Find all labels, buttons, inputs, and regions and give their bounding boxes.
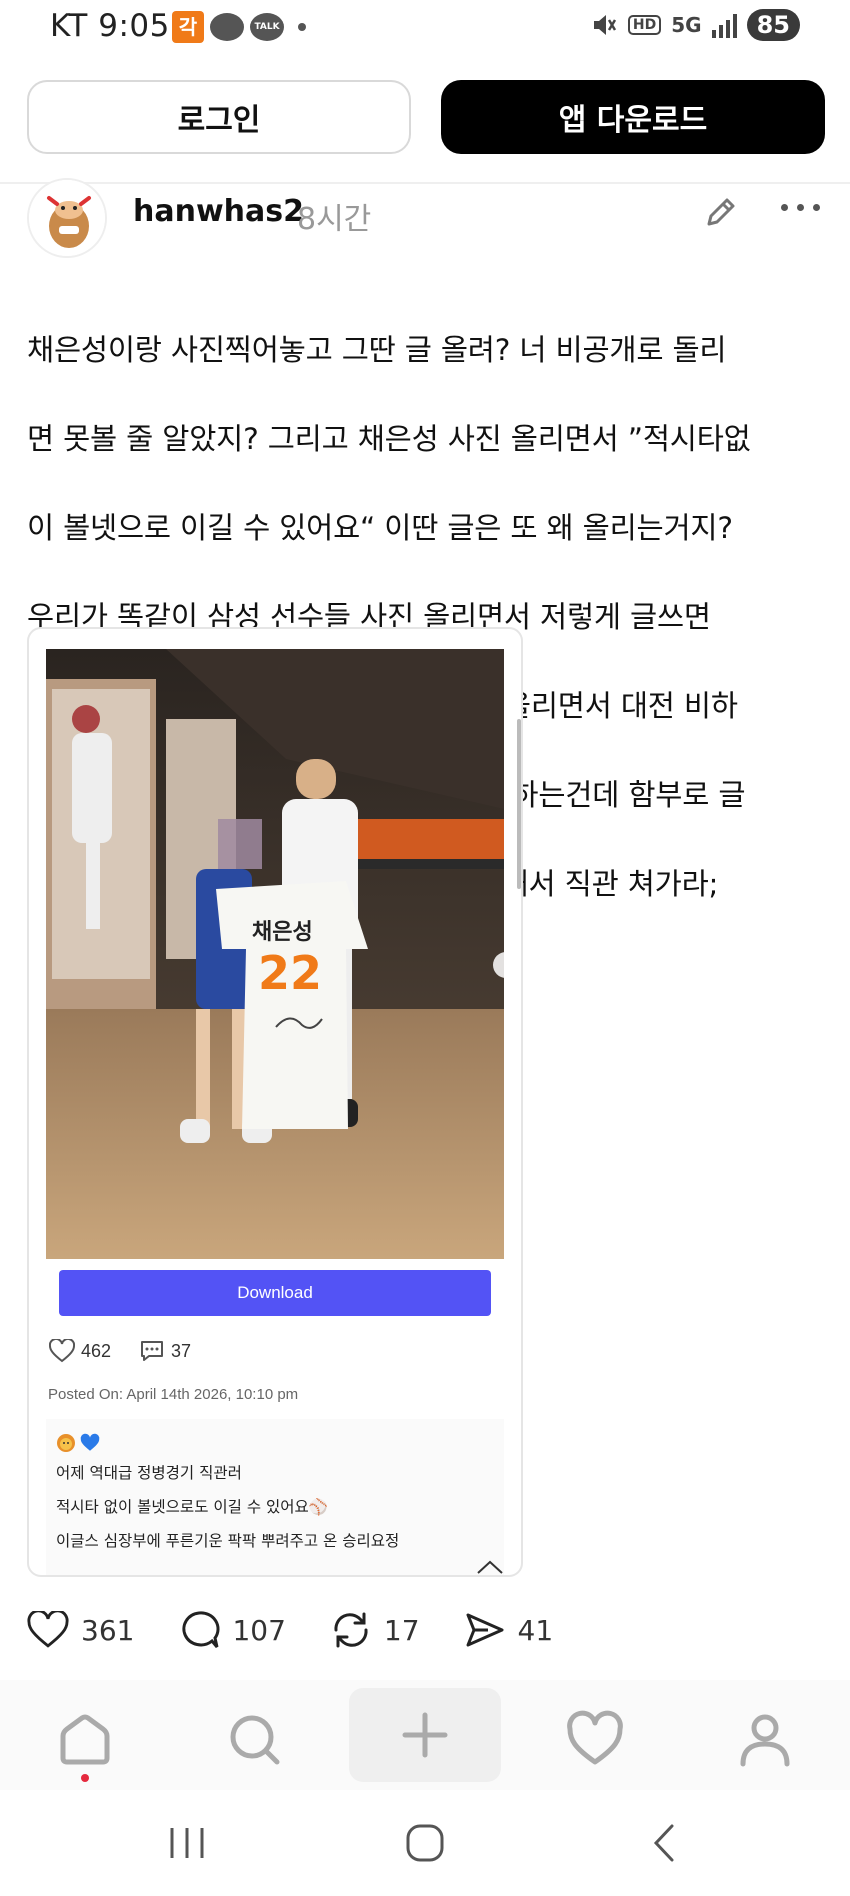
home-button-icon[interactable] xyxy=(400,1820,450,1866)
more-options-icon[interactable] xyxy=(781,204,820,211)
comment-action[interactable]: 107 xyxy=(178,1610,286,1650)
post-actions: 361 107 17 41 xyxy=(27,1610,597,1650)
recent-apps-icon[interactable] xyxy=(162,1820,212,1866)
bottom-navigation xyxy=(0,1680,850,1790)
caption-emoji xyxy=(56,1433,494,1453)
heart-icon xyxy=(27,1611,69,1648)
like-action[interactable]: 361 xyxy=(27,1611,134,1649)
mascot-avatar-icon xyxy=(29,180,105,256)
scrollbar[interactable] xyxy=(517,719,521,889)
repost-action[interactable]: 17 xyxy=(330,1610,420,1650)
login-button[interactable]: 로그인 xyxy=(27,80,411,154)
heart-icon xyxy=(49,1339,75,1363)
top-actions: 로그인 앱 다운로드 xyxy=(27,80,825,154)
embedded-post-card[interactable]: 채은성 22 › Download 462 37 Posted On: Apri… xyxy=(27,627,523,1577)
embedded-comments[interactable]: 37 xyxy=(139,1339,191,1363)
embedded-photo[interactable]: 채은성 22 › xyxy=(46,649,504,1259)
caption-line: 적시타 없이 볼넷으로도 이길 수 있어요⚾ xyxy=(56,1498,329,1516)
share-count: 41 xyxy=(517,1613,554,1647)
edit-icon[interactable] xyxy=(701,192,741,232)
send-icon xyxy=(466,1613,504,1647)
hd-voice-icon: HD xyxy=(627,15,662,35)
app-download-button[interactable]: 앱 다운로드 xyxy=(441,80,825,154)
jersey-number-label: 22 xyxy=(258,946,322,1000)
caption-line: 어제 역대급 정병경기 직관러 xyxy=(56,1464,242,1482)
notification-icons: 각 TALK xyxy=(172,11,306,43)
back-icon[interactable] xyxy=(640,1820,690,1866)
caption-line: 이글스 심장부에 푸른기운 팍팍 뿌려주고 온 승리요정 xyxy=(56,1532,400,1550)
post-header: hanwhas2 8시간 xyxy=(27,178,825,258)
player-photo-image: 채은성 22 xyxy=(46,649,504,1259)
blue-heart-icon xyxy=(80,1433,100,1451)
status-bar: KT 9:05 각 TALK HD 5G 85 xyxy=(0,0,850,58)
chat-notification-icon xyxy=(210,13,244,41)
post-username[interactable]: hanwhas2 xyxy=(133,194,304,229)
repost-count: 17 xyxy=(383,1613,420,1647)
kakaotalk-notification-icon: TALK xyxy=(250,13,284,41)
like-count: 361 xyxy=(81,1613,135,1647)
signal-icon xyxy=(711,12,737,38)
posted-on-date: Posted On: April 14th 2026, 10:10 pm xyxy=(48,1386,299,1403)
status-right: HD 5G 85 xyxy=(590,9,800,41)
mute-icon xyxy=(593,15,616,35)
comment-icon xyxy=(141,1341,164,1361)
download-button[interactable]: Download xyxy=(59,1270,491,1316)
lion-emoji-icon xyxy=(57,1434,75,1452)
post-line: 면 못볼 줄 알았지? 그리고 채은성 사진 올리면서 ”적시타없 xyxy=(27,421,751,456)
more-notifications-dot xyxy=(298,23,306,31)
post-line: 채은성이랑 사진찍어놓고 그딴 글 올려? 너 비공개로 돌리 xyxy=(27,332,727,367)
embedded-stats: 462 37 xyxy=(49,1339,209,1363)
share-action[interactable]: 41 xyxy=(464,1610,554,1650)
post-time: 8시간 xyxy=(297,202,372,237)
battery-indicator: 85 xyxy=(746,9,800,41)
kt-notification-icon: 각 xyxy=(172,11,204,43)
status-time: KT 9:05 xyxy=(50,8,170,44)
chevron-up-icon[interactable] xyxy=(475,1557,505,1577)
plus-icon xyxy=(402,1712,448,1758)
comment-count: 107 xyxy=(232,1613,286,1647)
repost-icon xyxy=(334,1612,368,1648)
search-icon[interactable] xyxy=(225,1710,285,1770)
embedded-likes-count: 462 xyxy=(81,1340,112,1361)
embedded-caption: 어제 역대급 정병경기 직관러 적시타 없이 볼넷으로도 이길 수 있어요⚾ 이… xyxy=(46,1419,504,1575)
home-active-dot xyxy=(81,1774,89,1782)
heart-icon[interactable] xyxy=(565,1710,625,1770)
avatar[interactable] xyxy=(27,178,107,258)
comment-icon xyxy=(182,1611,220,1648)
embedded-comments-count: 37 xyxy=(171,1340,192,1361)
post-line: 이 볼넷으로 이길 수 있어요“ 이딴 글은 또 왜 올리는거지? xyxy=(27,510,733,545)
system-navigation xyxy=(0,1790,850,1896)
network-type: 5G xyxy=(671,13,702,37)
home-icon[interactable] xyxy=(55,1710,115,1770)
profile-icon[interactable] xyxy=(735,1710,795,1770)
jersey-name-label: 채은성 xyxy=(252,920,313,945)
embedded-likes[interactable]: 462 xyxy=(49,1339,111,1363)
create-post-button[interactable] xyxy=(349,1688,501,1782)
